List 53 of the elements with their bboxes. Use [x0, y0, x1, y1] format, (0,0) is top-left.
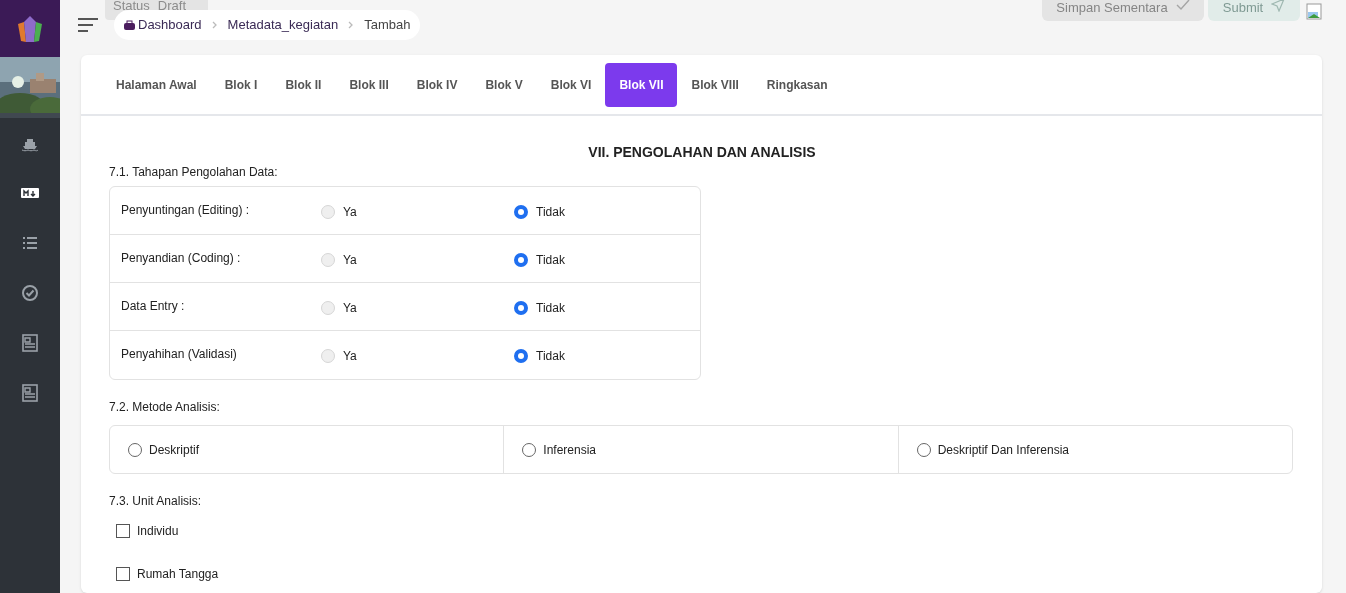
- document-icon[interactable]: [21, 334, 39, 352]
- row-label: Data Entry :: [120, 298, 186, 315]
- radio-button[interactable]: [514, 301, 528, 315]
- option-label: Deskriptif Dan Inferensia: [937, 441, 1070, 459]
- option-label: Ya: [343, 204, 357, 221]
- menu-icon[interactable]: [78, 18, 98, 32]
- document-icon[interactable]: [21, 384, 39, 402]
- breadcrumb-link[interactable]: Metadata_kegiatan: [227, 15, 339, 35]
- radio-button[interactable]: [514, 205, 528, 219]
- tab[interactable]: Ringkasan: [752, 62, 842, 107]
- option-label: Ya: [343, 348, 357, 365]
- option-label: Tidak: [536, 204, 565, 221]
- tab[interactable]: Blok V: [471, 62, 537, 107]
- question-label: 7.3. Unit Analisis:: [109, 493, 203, 510]
- tab[interactable]: Blok VI: [536, 62, 606, 107]
- radio-button[interactable]: [514, 253, 528, 267]
- tab[interactable]: Blok III: [335, 62, 403, 107]
- row-label: Penyandian (Coding) :: [120, 250, 242, 267]
- tab[interactable]: Blok VII: [605, 62, 678, 107]
- option-label: Tidak: [536, 348, 565, 365]
- option-label: Inferensia: [543, 441, 597, 459]
- list-icon[interactable]: [21, 234, 39, 252]
- checkbox[interactable]: [116, 567, 130, 581]
- chevron-icon: [348, 21, 355, 29]
- question-label: 7.1. Tahapan Pengolahan Data:: [109, 164, 279, 181]
- radio-button[interactable]: [128, 442, 142, 457]
- broken-image-icon: [1306, 3, 1324, 21]
- option-label: Individu: [137, 523, 179, 540]
- briefcase-icon: [124, 19, 135, 31]
- logo-icon: [15, 13, 45, 44]
- row-label: Penyuntingan (Editing) :: [120, 202, 251, 219]
- option-label: Tidak: [536, 300, 565, 317]
- tab[interactable]: Halaman Awal: [102, 62, 211, 107]
- option-label: Rumah Tangga: [137, 566, 219, 583]
- option-label: Ya: [343, 252, 357, 269]
- chevron-icon: [211, 21, 218, 29]
- send-icon: [1271, 0, 1286, 12]
- tab[interactable]: Blok VIII: [677, 62, 753, 107]
- option-label: Deskriptif: [149, 441, 199, 459]
- tab[interactable]: Blok I: [210, 62, 272, 107]
- radio-button[interactable]: [514, 349, 528, 363]
- option-label: Tidak: [536, 252, 565, 269]
- row-label: Penyahihan (Validasi): [120, 346, 238, 363]
- check-circle-icon[interactable]: [21, 284, 39, 302]
- tab[interactable]: Blok II: [271, 62, 336, 107]
- tab[interactable]: Blok IV: [402, 62, 472, 107]
- option-label: Ya: [343, 300, 357, 317]
- radio-button[interactable]: [916, 442, 931, 457]
- check-icon: [1175, 0, 1190, 12]
- question-label: 7.2. Metode Analisis:: [109, 399, 221, 416]
- radio-button[interactable]: [522, 442, 537, 457]
- section-title: VII. PENGOLAHAN DAN ANALISIS: [587, 143, 817, 162]
- checkbox[interactable]: [116, 524, 130, 538]
